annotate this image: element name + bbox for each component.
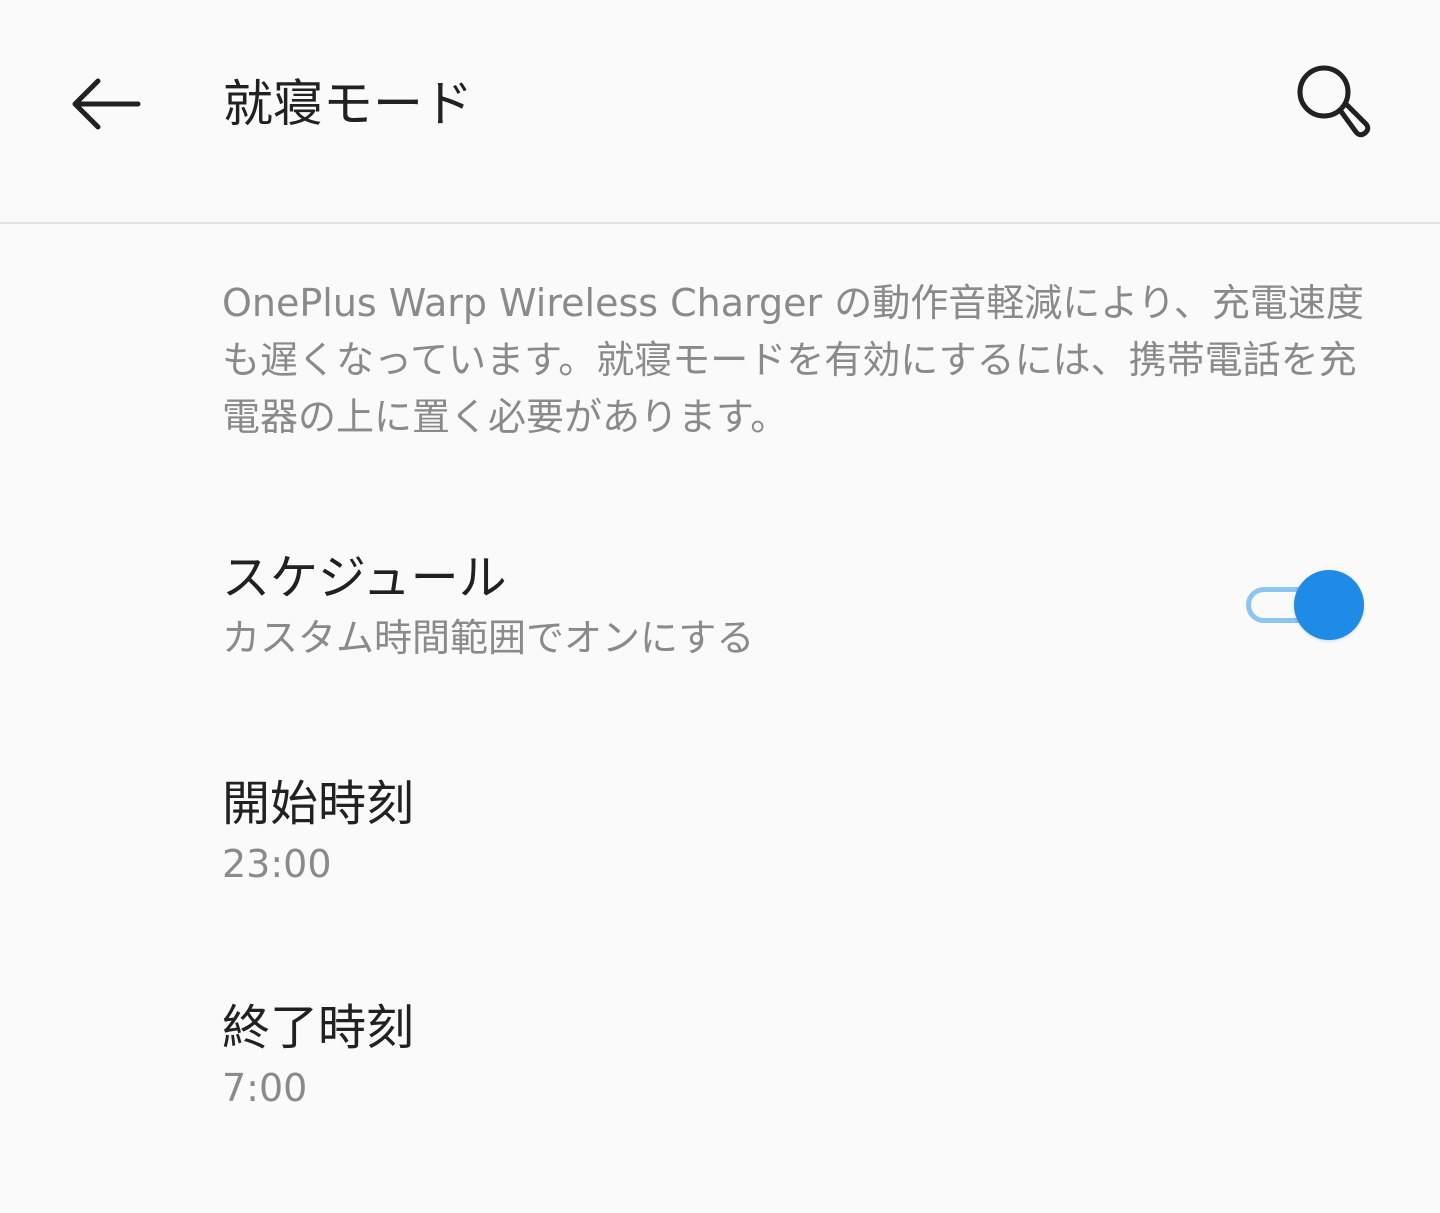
arrow-left-icon — [72, 78, 141, 130]
schedule-row[interactable]: スケジュール カスタム時間範囲でオンにする — [0, 540, 1440, 680]
app-bar: 就寝モード — [0, 0, 1440, 224]
toggle-thumb — [1294, 570, 1364, 640]
schedule-title: スケジュール — [222, 550, 507, 606]
description-text: OnePlus Warp Wireless Charger の動作音軽減により、… — [222, 281, 1364, 439]
start-time-title: 開始時刻 — [222, 776, 415, 832]
search-button[interactable] — [1282, 50, 1386, 154]
page-title: 就寝モード — [223, 75, 473, 133]
end-time-title: 終了時刻 — [222, 1000, 415, 1056]
back-button[interactable] — [56, 62, 156, 146]
start-time-row[interactable]: 開始時刻 23:00 — [0, 766, 1440, 906]
end-time-value: 7:00 — [222, 1066, 308, 1110]
schedule-subtitle: カスタム時間範囲でオンにする — [222, 616, 755, 660]
start-time-value: 23:00 — [222, 842, 332, 886]
end-time-row[interactable]: 終了時刻 7:00 — [0, 990, 1440, 1130]
schedule-toggle[interactable] — [1242, 566, 1368, 644]
search-icon — [1297, 65, 1371, 138]
